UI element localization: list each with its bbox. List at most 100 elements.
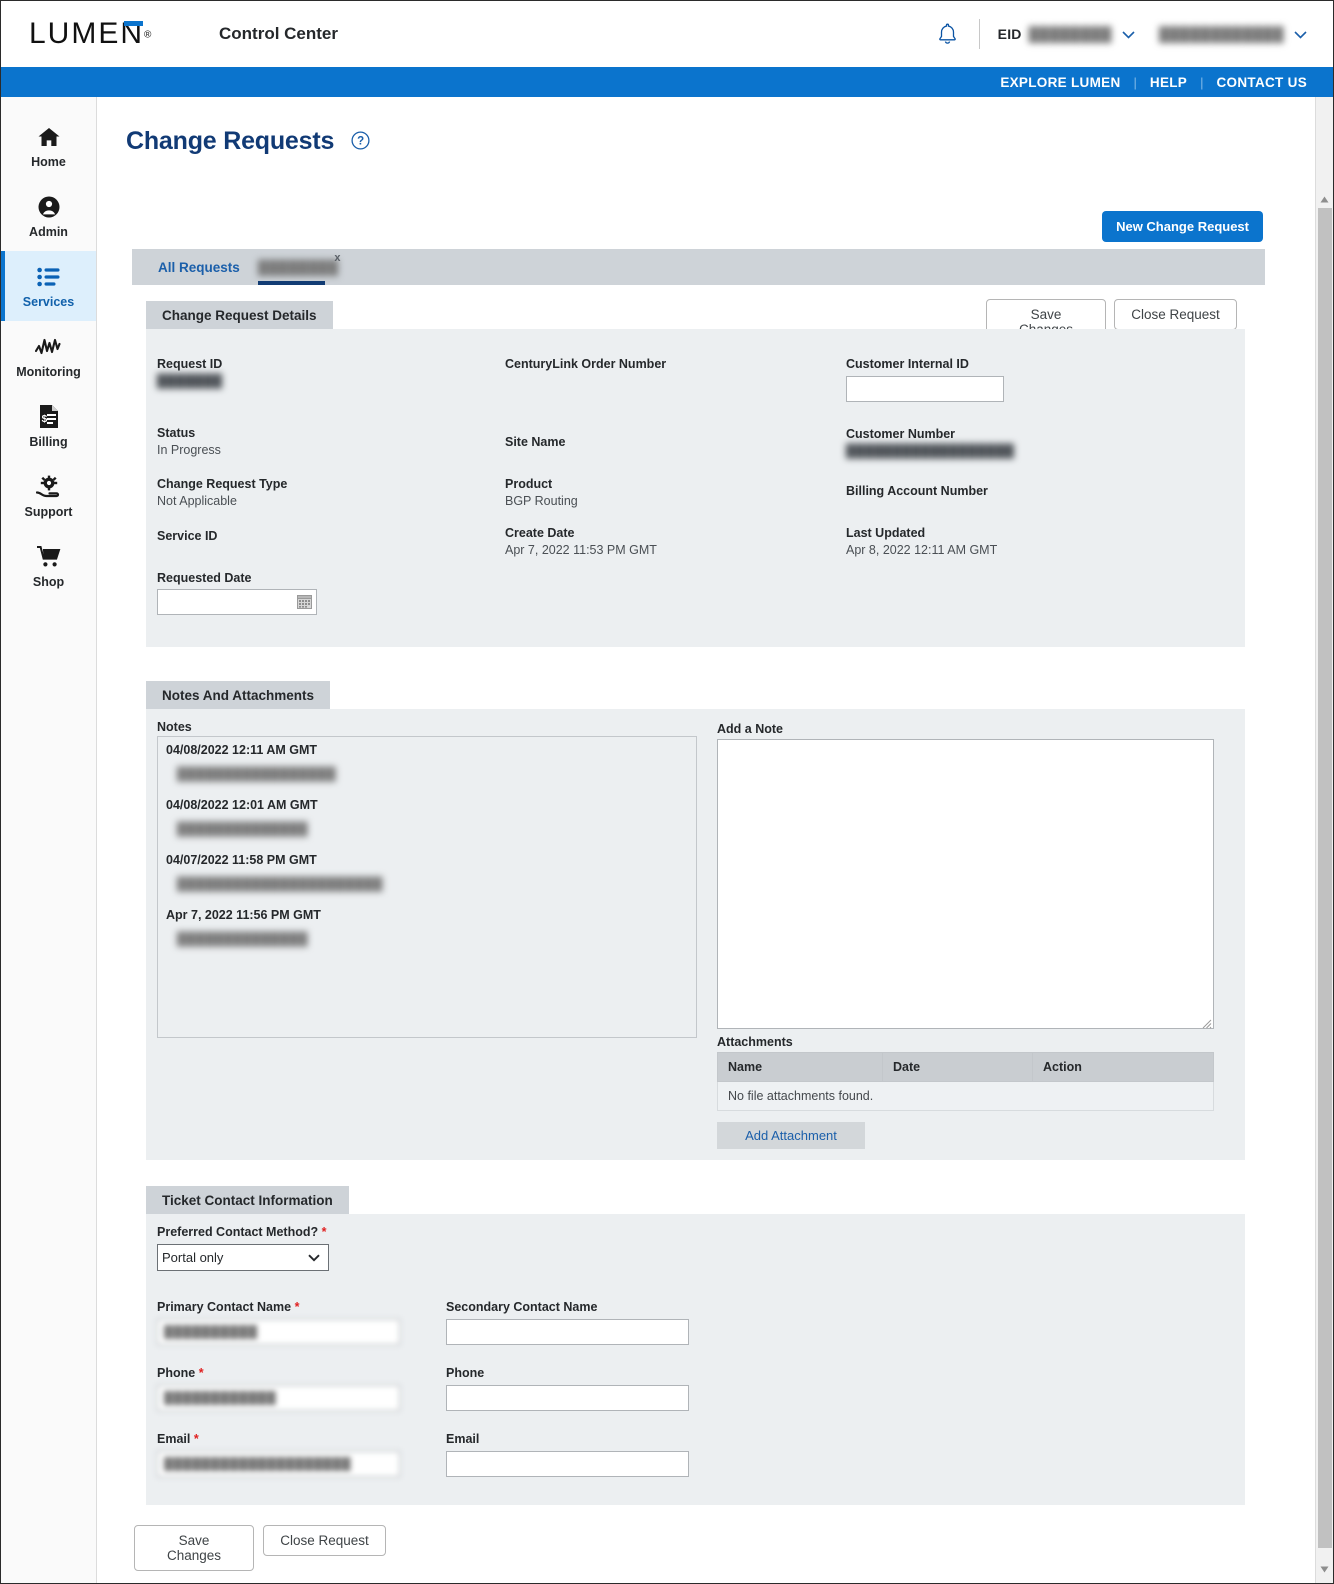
- required-marker: *: [321, 1225, 327, 1239]
- primary-phone-label-text: Phone: [157, 1366, 196, 1380]
- primary-email-label-text: Email: [157, 1432, 191, 1446]
- sidebar-label-support: Support: [24, 504, 73, 519]
- header-divider: [978, 19, 980, 49]
- field-billing-account-number-label: Billing Account Number: [846, 484, 988, 498]
- sidebar-label-shop: Shop: [32, 574, 65, 589]
- secondary-phone-input[interactable]: [446, 1385, 689, 1411]
- svg-text:?: ?: [357, 135, 364, 147]
- field-preferred-contact-method: Preferred Contact Method? * Portal only: [157, 1225, 329, 1271]
- field-primary-email: Email *: [157, 1432, 400, 1477]
- scrollbar-down-arrow-icon[interactable]: [1316, 1561, 1333, 1578]
- nav-contact-us[interactable]: CONTACT US: [1217, 75, 1308, 90]
- notes-label: Notes: [157, 720, 192, 734]
- primary-email-input[interactable]: [157, 1451, 400, 1477]
- page-scrollbar[interactable]: [1315, 97, 1333, 1583]
- primary-phone-input[interactable]: [157, 1385, 400, 1411]
- tab-active-request[interactable]: ████████ x: [258, 249, 341, 285]
- sidebar-item-billing[interactable]: $ Billing: [1, 391, 96, 461]
- attachments-table: Name Date Action No file attachments fou…: [717, 1052, 1214, 1111]
- field-service-id: Service ID: [157, 529, 217, 546]
- field-product-value: BGP Routing: [505, 494, 578, 508]
- eid-chevron-down-icon[interactable]: [1122, 27, 1135, 42]
- question-mark-circle-icon[interactable]: ?: [351, 128, 370, 157]
- lumen-logo[interactable]: LUMEN®: [29, 17, 189, 51]
- sidebar-item-admin[interactable]: Admin: [1, 181, 96, 251]
- attachments-col-name: Name: [717, 1052, 883, 1082]
- close-request-button-bottom[interactable]: Close Request: [263, 1525, 386, 1556]
- field-billing-account-number: Billing Account Number: [846, 484, 988, 501]
- eid-value-redacted: ████████: [1028, 26, 1112, 42]
- lumen-logo-bar: [124, 21, 143, 26]
- field-status: Status In Progress: [157, 426, 221, 457]
- account-name-redacted: ████████████: [1158, 26, 1284, 42]
- secondary-contact-name-input[interactable]: [446, 1319, 689, 1345]
- new-change-request-button[interactable]: New Change Request: [1102, 211, 1263, 242]
- attachments-col-action: Action: [1032, 1052, 1214, 1082]
- ticket-contact-information-panel: Ticket Contact Information Preferred Con…: [146, 1186, 1245, 1505]
- sidebar-item-services[interactable]: Services: [1, 251, 96, 321]
- nav-explore-lumen[interactable]: EXPLORE LUMEN: [1000, 75, 1120, 90]
- ticket-contact-information-header: Ticket Contact Information: [146, 1186, 349, 1214]
- scrollbar-thumb[interactable]: [1318, 208, 1332, 1548]
- add-attachment-button[interactable]: Add Attachment: [717, 1122, 865, 1149]
- sidebar-item-support[interactable]: Support: [1, 461, 96, 531]
- close-request-button-top[interactable]: Close Request: [1114, 299, 1237, 330]
- field-product-label: Product: [505, 477, 553, 491]
- secondary-phone-label: Phone: [446, 1366, 485, 1380]
- primary-contact-name-input[interactable]: [157, 1319, 400, 1345]
- notes-list[interactable]: 04/08/2022 12:11 AM GMT ████████████████…: [157, 736, 697, 1038]
- tab-close-icon[interactable]: x: [334, 252, 340, 264]
- field-last-updated-value: Apr 8, 2022 12:11 AM GMT: [846, 543, 998, 557]
- required-marker: *: [198, 1366, 204, 1380]
- requested-date-input[interactable]: [157, 589, 317, 615]
- required-marker: *: [294, 1300, 300, 1314]
- note-date: 04/07/2022 11:58 PM GMT: [166, 853, 317, 867]
- primary-sidebar: Home Admin Services Monitoring $ Billing: [1, 97, 97, 1583]
- top-header: LUMEN® Control Center EID ████████ █████…: [1, 1, 1333, 67]
- note-text: ██████████████: [177, 932, 308, 946]
- field-product: Product BGP Routing: [505, 477, 578, 508]
- field-request-id-value: ███████: [157, 374, 223, 388]
- primary-contact-name-label: Primary Contact Name *: [157, 1300, 400, 1314]
- invoice-document-icon: $: [38, 404, 60, 430]
- preferred-contact-method-label-text: Preferred Contact Method?: [157, 1225, 319, 1239]
- attachments-empty-row: No file attachments found.: [717, 1081, 1214, 1111]
- save-changes-button-bottom[interactable]: Save Changes: [134, 1525, 254, 1571]
- preferred-contact-method-select[interactable]: Portal only: [157, 1244, 329, 1271]
- sidebar-label-monitoring: Monitoring: [16, 364, 81, 379]
- field-service-id-label: Service ID: [157, 529, 218, 543]
- account-chevron-down-icon[interactable]: [1294, 27, 1307, 42]
- add-a-note-textarea[interactable]: [717, 739, 1214, 1029]
- notes-and-attachments-header: Notes And Attachments: [146, 681, 331, 709]
- nav-help[interactable]: HELP: [1150, 75, 1187, 90]
- field-status-label: Status: [157, 426, 196, 440]
- field-centurylink-order-number: CenturyLink Order Number: [505, 357, 666, 374]
- textarea-resize-handle[interactable]: [1202, 1017, 1212, 1029]
- sidebar-item-shop[interactable]: Shop: [1, 531, 96, 601]
- note-item: 04/08/2022 12:11 AM GMT ████████████████…: [166, 743, 688, 781]
- field-customer-internal-id: Customer Internal ID: [846, 357, 1004, 402]
- scrollbar-up-arrow-icon[interactable]: [1316, 191, 1333, 208]
- sidebar-item-home[interactable]: Home: [1, 111, 96, 181]
- field-centurylink-order-number-label: CenturyLink Order Number: [505, 357, 667, 371]
- note-text: ██████████████████████: [177, 877, 383, 891]
- required-marker: *: [193, 1432, 199, 1446]
- field-change-request-type: Change Request Type Not Applicable: [157, 477, 287, 508]
- field-last-updated-label: Last Updated: [846, 526, 926, 540]
- calendar-icon[interactable]: [297, 594, 312, 612]
- note-item: 04/08/2022 12:01 AM GMT ██████████████: [166, 798, 688, 836]
- shopping-cart-icon: [36, 544, 62, 570]
- notification-bell-icon[interactable]: [935, 20, 961, 48]
- customer-internal-id-input[interactable]: [846, 376, 1004, 402]
- control-center-window: LUMEN® Control Center EID ████████ █████…: [0, 0, 1334, 1584]
- attachments-empty-text: No file attachments found.: [717, 1081, 1214, 1111]
- home-icon: [37, 124, 61, 150]
- tab-all-requests[interactable]: All Requests: [158, 249, 240, 285]
- page-title: Change Requests ?: [126, 127, 370, 157]
- note-date: 04/08/2022 12:01 AM GMT: [166, 798, 318, 812]
- sidebar-item-monitoring[interactable]: Monitoring: [1, 321, 96, 391]
- field-secondary-contact-name: Secondary Contact Name: [446, 1300, 689, 1345]
- secondary-email-input[interactable]: [446, 1451, 689, 1477]
- note-date: 04/08/2022 12:11 AM GMT: [166, 743, 318, 757]
- field-primary-contact-name: Primary Contact Name *: [157, 1300, 400, 1345]
